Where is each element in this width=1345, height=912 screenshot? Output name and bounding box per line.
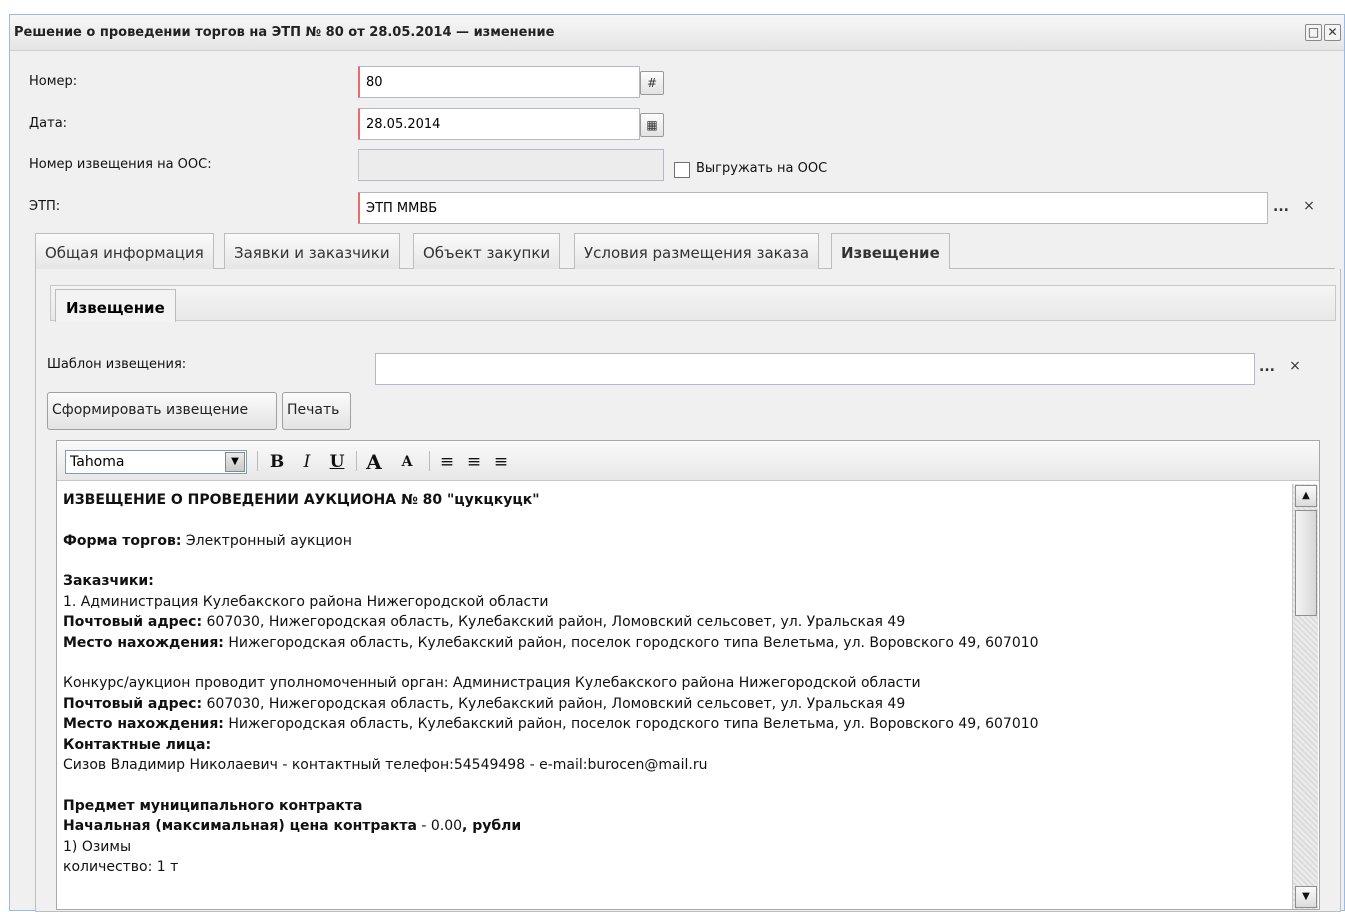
contract-subject-heading: Предмет муниципального контракта — [63, 797, 363, 814]
align-left-icon[interactable]: ≡ — [437, 450, 457, 474]
align-right-icon[interactable]: ≡ — [491, 450, 511, 474]
grow-font-icon[interactable]: A — [364, 450, 384, 474]
tab-applications-customers[interactable]: Заявки и заказчики — [224, 233, 400, 269]
toolbar-separator — [257, 451, 258, 471]
editor-content[interactable]: ИЗВЕЩЕНИЕ О ПРОВЕДЕНИИ АУКЦИОНА № 80 "цу… — [57, 482, 1290, 910]
customer-name: 1. Администрация Кулебакского района Ниж… — [63, 593, 549, 610]
item-name: 1) Озимы — [63, 838, 131, 855]
template-select-icon[interactable]: ... — [1258, 356, 1276, 380]
etp-clear-icon[interactable]: × — [1300, 195, 1318, 219]
template-clear-icon[interactable]: × — [1286, 355, 1304, 379]
max-price-value: - 0.00 — [416, 818, 463, 834]
date-label: Дата: — [29, 116, 68, 131]
chevron-down-icon[interactable]: ▼ — [225, 452, 245, 472]
oos-notice-field — [358, 149, 664, 181]
maximize-icon[interactable]: □ — [1305, 24, 1322, 41]
template-label: Шаблон извещения: — [47, 357, 187, 372]
location-label: Место нахождения: — [63, 634, 224, 651]
tab-notice[interactable]: Извещение — [831, 233, 950, 270]
location-label-2: Место нахождения: — [63, 716, 224, 732]
contact-person: Сизов Владимир Николаевич - контактный т… — [63, 757, 708, 773]
edit-window: Решение о проведении торгов на ЭТП № 80 … — [9, 14, 1345, 912]
toolbar-separator — [356, 451, 357, 471]
font-family-select[interactable]: Tahoma ▼ — [65, 450, 247, 474]
date-field[interactable]: 28.05.2014 — [358, 108, 640, 140]
number-field[interactable]: 80 — [358, 66, 640, 98]
postal-label: Почтовый адрес: — [63, 614, 203, 630]
font-family-value: Tahoma — [70, 454, 125, 470]
window-title: Решение о проведении торгов на ЭТП № 80 … — [14, 25, 555, 40]
tab-general-info[interactable]: Общая информация — [35, 233, 214, 269]
postal-label-2: Почтовый адрес: — [63, 695, 203, 712]
main-tabs: Общая информация Заявки и заказчики Объе… — [35, 233, 1335, 270]
number-generate-icon[interactable]: # — [640, 71, 664, 95]
form-value: Электронный аукцион — [181, 532, 352, 549]
close-icon[interactable]: ✕ — [1324, 24, 1341, 41]
location-value: Нижегородская область, Кулебакский район… — [223, 634, 1039, 651]
currency-label: , рубли — [462, 818, 522, 834]
italic-icon[interactable]: I — [297, 450, 317, 474]
template-field[interactable] — [375, 353, 1255, 385]
editor-scrollbar[interactable]: ▲ ▼ — [1292, 484, 1318, 909]
toolbar-separator — [429, 451, 430, 471]
align-center-icon[interactable]: ≡ — [464, 450, 484, 474]
generate-notice-button[interactable]: Сформировать извещение — [47, 392, 277, 430]
number-label: Номер: — [29, 74, 78, 89]
location-value-2: Нижегородская область, Кулебакский район… — [223, 716, 1039, 732]
notice-subtabs: Извещение — [50, 285, 1336, 322]
etp-value: ЭТП ММВБ — [366, 201, 438, 216]
tab-procurement-object[interactable]: Объект закупки — [413, 233, 561, 269]
print-button[interactable]: Печать — [282, 392, 351, 430]
tab-order-conditions[interactable]: Условия размещения заказа — [574, 233, 820, 269]
notice-editor: Tahoma ▼ B I U A A ≡ ≡ ≡ ИЗВЕЩЕНИЕ О ПРО… — [56, 440, 1320, 910]
calendar-icon[interactable]: ▦ — [640, 113, 664, 137]
window-titlebar[interactable]: Решение о проведении торгов на ЭТП № 80 … — [10, 15, 1344, 51]
scroll-thumb[interactable] — [1295, 510, 1317, 616]
item-quantity: количество: 1 т — [63, 859, 179, 875]
subtab-notice[interactable]: Извещение — [55, 289, 176, 322]
oos-notice-label: Номер извещения на ООС: — [29, 157, 212, 172]
background-edge — [0, 0, 9, 911]
bold-icon[interactable]: B — [267, 450, 287, 474]
customers-heading: Заказчики: — [63, 573, 154, 589]
postal-value-2: 607030, Нижегородская область, Кулебакск… — [202, 695, 906, 712]
etp-field[interactable]: ЭТП ММВБ — [358, 192, 1268, 224]
notice-heading: ИЗВЕЩЕНИЕ О ПРОВЕДЕНИИ АУКЦИОНА № 80 "цу… — [63, 492, 540, 508]
editor-toolbar: Tahoma ▼ B I U A A ≡ ≡ ≡ — [57, 441, 1319, 481]
max-price-label: Начальная (максимальная) цена контракта — [63, 818, 417, 834]
scroll-down-icon[interactable]: ▼ — [1295, 886, 1317, 908]
shrink-font-icon[interactable]: A — [397, 450, 417, 474]
notice-panel: Извещение Шаблон извещения: ... × Сформи… — [35, 269, 1341, 912]
authorized-body: Конкурс/аукцион проводит уполномоченный … — [63, 675, 921, 691]
export-oos-checkbox[interactable] — [674, 162, 690, 178]
postal-value: 607030, Нижегородская область, Кулебакск… — [202, 614, 906, 630]
date-value: 28.05.2014 — [366, 117, 441, 132]
etp-select-icon[interactable]: ... — [1272, 196, 1290, 220]
etp-label: ЭТП: — [29, 199, 61, 214]
scroll-up-icon[interactable]: ▲ — [1295, 485, 1317, 507]
contacts-heading: Контактные лица: — [63, 736, 212, 753]
underline-icon[interactable]: U — [327, 450, 347, 474]
export-oos-label: Выгружать на ООС — [696, 161, 828, 176]
number-value: 80 — [366, 75, 383, 90]
form-label: Форма торгов: — [63, 532, 182, 549]
